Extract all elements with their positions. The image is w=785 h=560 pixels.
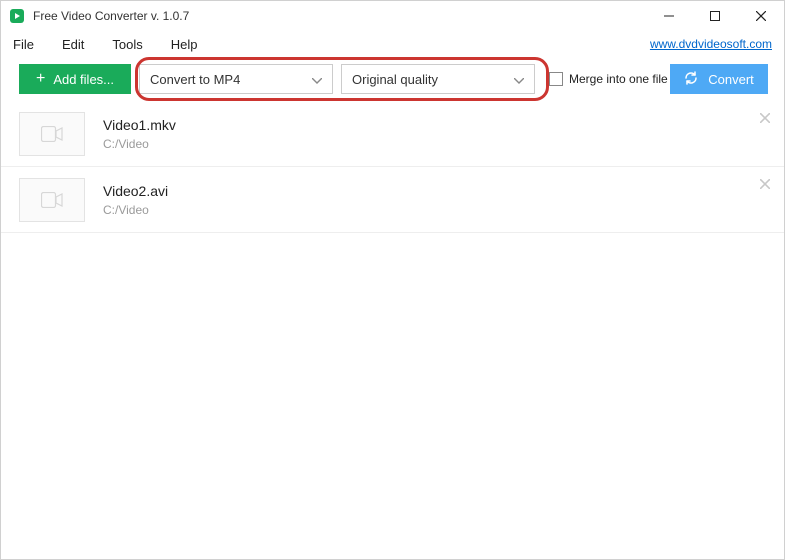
quality-dropdown[interactable]: Original quality <box>341 64 535 94</box>
plus-icon: + <box>36 71 45 87</box>
minimize-button[interactable] <box>646 1 692 31</box>
checkbox-icon <box>549 72 563 86</box>
file-meta: Video2.avi C:/Video <box>103 183 168 217</box>
file-row[interactable]: Video2.avi C:/Video <box>1 167 784 233</box>
file-meta: Video1.mkv C:/Video <box>103 117 176 151</box>
format-value: Convert to MP4 <box>150 72 240 87</box>
close-window-button[interactable] <box>738 1 784 31</box>
website-link[interactable]: www.dvdvideosoft.com <box>650 37 772 51</box>
app-icon <box>9 8 25 24</box>
chevron-down-icon <box>514 72 524 87</box>
window-title: Free Video Converter v. 1.0.7 <box>33 9 189 23</box>
file-name: Video2.avi <box>103 183 168 199</box>
chevron-down-icon <box>312 72 322 87</box>
menu-edit[interactable]: Edit <box>62 37 84 52</box>
format-dropdown[interactable]: Convert to MP4 <box>139 64 333 94</box>
window-controls <box>646 1 784 31</box>
remove-file-button[interactable] <box>760 177 770 191</box>
merge-label: Merge into one file <box>569 72 668 86</box>
camera-icon <box>41 126 63 142</box>
convert-label: Convert <box>708 72 754 87</box>
video-thumbnail <box>19 112 85 156</box>
remove-file-button[interactable] <box>760 111 770 125</box>
quality-value: Original quality <box>352 72 438 87</box>
titlebar: Free Video Converter v. 1.0.7 <box>1 1 784 31</box>
add-files-button[interactable]: + Add files... <box>19 64 131 94</box>
menu-help[interactable]: Help <box>171 37 198 52</box>
file-path: C:/Video <box>103 137 176 151</box>
close-icon <box>760 113 770 123</box>
app-window: Free Video Converter v. 1.0.7 File Edit … <box>0 0 785 560</box>
file-row[interactable]: Video1.mkv C:/Video <box>1 101 784 167</box>
camera-icon <box>41 192 63 208</box>
add-files-label: Add files... <box>53 72 114 87</box>
merge-checkbox[interactable]: Merge into one file <box>549 72 668 86</box>
toolbar: + Add files... Convert to MP4 Original q… <box>1 57 784 101</box>
video-thumbnail <box>19 178 85 222</box>
menubar: File Edit Tools Help www.dvdvideosoft.co… <box>1 31 784 57</box>
refresh-icon <box>684 71 698 88</box>
file-path: C:/Video <box>103 203 168 217</box>
convert-button[interactable]: Convert <box>670 64 768 94</box>
menu-file[interactable]: File <box>13 37 34 52</box>
maximize-button[interactable] <box>692 1 738 31</box>
menu-tools[interactable]: Tools <box>112 37 142 52</box>
close-icon <box>760 179 770 189</box>
file-name: Video1.mkv <box>103 117 176 133</box>
file-list: Video1.mkv C:/Video Video2.avi C:/Video <box>1 101 784 559</box>
